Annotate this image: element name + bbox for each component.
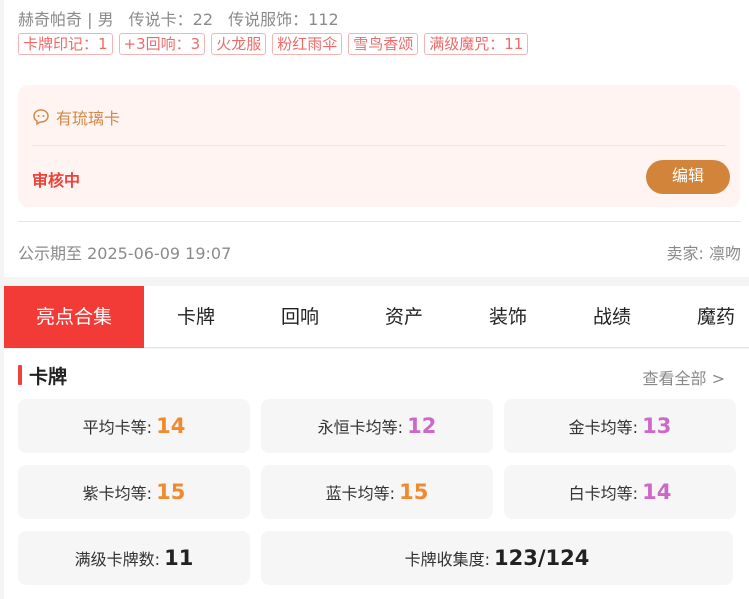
stat-eternal-average: 永恒卡均等: 12 [261,399,493,453]
review-panel: 有琉璃卡 审核中 编辑 [18,85,740,207]
edit-button[interactable]: 编辑 [646,160,730,194]
review-headline: 有琉璃卡 [32,105,120,129]
section-accent-bar [18,365,22,385]
stat-value: 14 [156,414,186,438]
section-title: 卡牌 [29,366,68,388]
stat-label: 平均卡等: [82,418,153,437]
account-name: 赫奇帕奇 | 男 [18,10,114,29]
tab-assets[interactable]: 资产 [352,286,456,348]
seller-name[interactable]: 卖家: 凛吻 [667,240,741,264]
highlight-tags: 卡牌印记：1 +3回响：3 火龙服 粉红雨伞 雪鸟香颂 满级魔咒：11 [18,33,529,55]
legend-outfit-count: 传说服饰：112 [228,10,339,29]
public-period: 公示期至 2025-06-09 19:07 [18,244,232,263]
tag-echo: +3回响：3 [118,33,206,55]
view-all-link[interactable]: 查看全部 > [643,365,726,389]
stat-label: 满级卡牌数: [74,550,161,569]
stat-max-level-count: 满级卡牌数: 11 [18,531,250,585]
tag-max-spells: 满级魔咒：11 [424,33,529,55]
review-headline-text: 有琉璃卡 [56,109,121,128]
tab-potions[interactable]: 魔药 [664,286,749,348]
stat-label: 金卡均等: [568,418,639,437]
stat-blue-average: 蓝卡均等: 15 [261,465,493,519]
tag-snowbird: 雪鸟香颂 [348,33,419,55]
tag-fire-dragon-outfit: 火龙服 [211,33,267,55]
stat-average-level: 平均卡等: 14 [18,399,250,453]
tab-decorations[interactable]: 装饰 [456,286,560,348]
tab-highlights[interactable]: 亮点合集 [4,286,144,348]
stat-value: 15 [399,480,429,504]
stat-value: 13 [642,414,672,438]
tab-echoes[interactable]: 回响 [248,286,352,348]
tag-card-mark: 卡牌印记：1 [18,33,113,55]
stat-label: 蓝卡均等: [325,484,396,503]
tab-records[interactable]: 战绩 [560,286,664,348]
stat-label: 永恒卡均等: [317,418,404,437]
stat-white-average: 白卡均等: 14 [504,465,736,519]
stat-label: 紫卡均等: [82,484,153,503]
listing-card: 赫奇帕奇 | 男 传说卡：22 传说服饰：112 卡牌印记：1 +3回响：3 火… [4,0,749,277]
stat-value: 15 [156,480,186,504]
cards-section: 卡牌 查看全部 > 平均卡等: 14 永恒卡均等: 12 金卡均等: 13 紫卡… [4,349,749,599]
card-divider [18,221,741,222]
stat-gold-average: 金卡均等: 13 [504,399,736,453]
stat-label: 卡牌收集度: [404,550,491,569]
stat-label: 白卡均等: [568,484,639,503]
stat-value: 123/124 [494,546,590,570]
seller-info-line: 赫奇帕奇 | 男 传说卡：22 传说服饰：112 [18,6,349,30]
review-divider [32,145,726,146]
stat-value: 14 [642,480,672,504]
stat-purple-average: 紫卡均等: 15 [18,465,250,519]
review-status: 审核中 [32,171,81,190]
stat-collection-progress: 卡牌收集度: 123/124 [261,531,733,585]
tag-pink-umbrella: 粉红雨伞 [272,33,343,55]
legend-card-count: 传说卡：22 [128,10,214,29]
chat-bubble-icon [33,109,49,126]
stat-value: 11 [164,546,194,570]
tab-cards[interactable]: 卡牌 [144,286,248,348]
category-tabs: 亮点合集 卡牌 回响 资产 装饰 战绩 魔药 [4,286,749,348]
stat-value: 12 [407,414,437,438]
